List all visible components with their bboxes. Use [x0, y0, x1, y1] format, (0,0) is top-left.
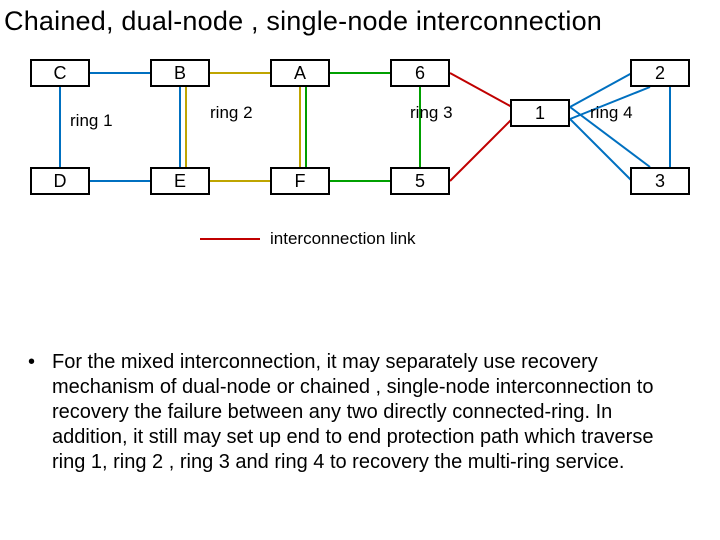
ring-4-label: ring 4 — [590, 103, 633, 123]
page-title: Chained, dual-node , single-node interco… — [0, 0, 720, 37]
ring-diagram: C B A 6 1 2 D E F 5 3 ring 1 ring 2 ring… — [10, 59, 710, 259]
node-3: 3 — [630, 167, 690, 195]
bullet-dot: • — [28, 350, 35, 375]
ring-3-label: ring 3 — [410, 103, 453, 123]
bullet-text: • For the mixed interconnection, it may … — [28, 350, 692, 475]
node-1: 1 — [510, 99, 570, 127]
node-A: A — [270, 59, 330, 87]
ring-1-label: ring 1 — [70, 111, 113, 131]
node-B: B — [150, 59, 210, 87]
node-6: 6 — [390, 59, 450, 87]
node-D: D — [30, 167, 90, 195]
node-E: E — [150, 167, 210, 195]
bullet-body: For the mixed interconnection, it may se… — [52, 350, 692, 475]
ring-4-lines — [10, 59, 710, 259]
node-2: 2 — [630, 59, 690, 87]
node-F: F — [270, 167, 330, 195]
node-C: C — [30, 59, 90, 87]
ring-2-label: ring 2 — [210, 103, 253, 123]
node-5: 5 — [390, 167, 450, 195]
